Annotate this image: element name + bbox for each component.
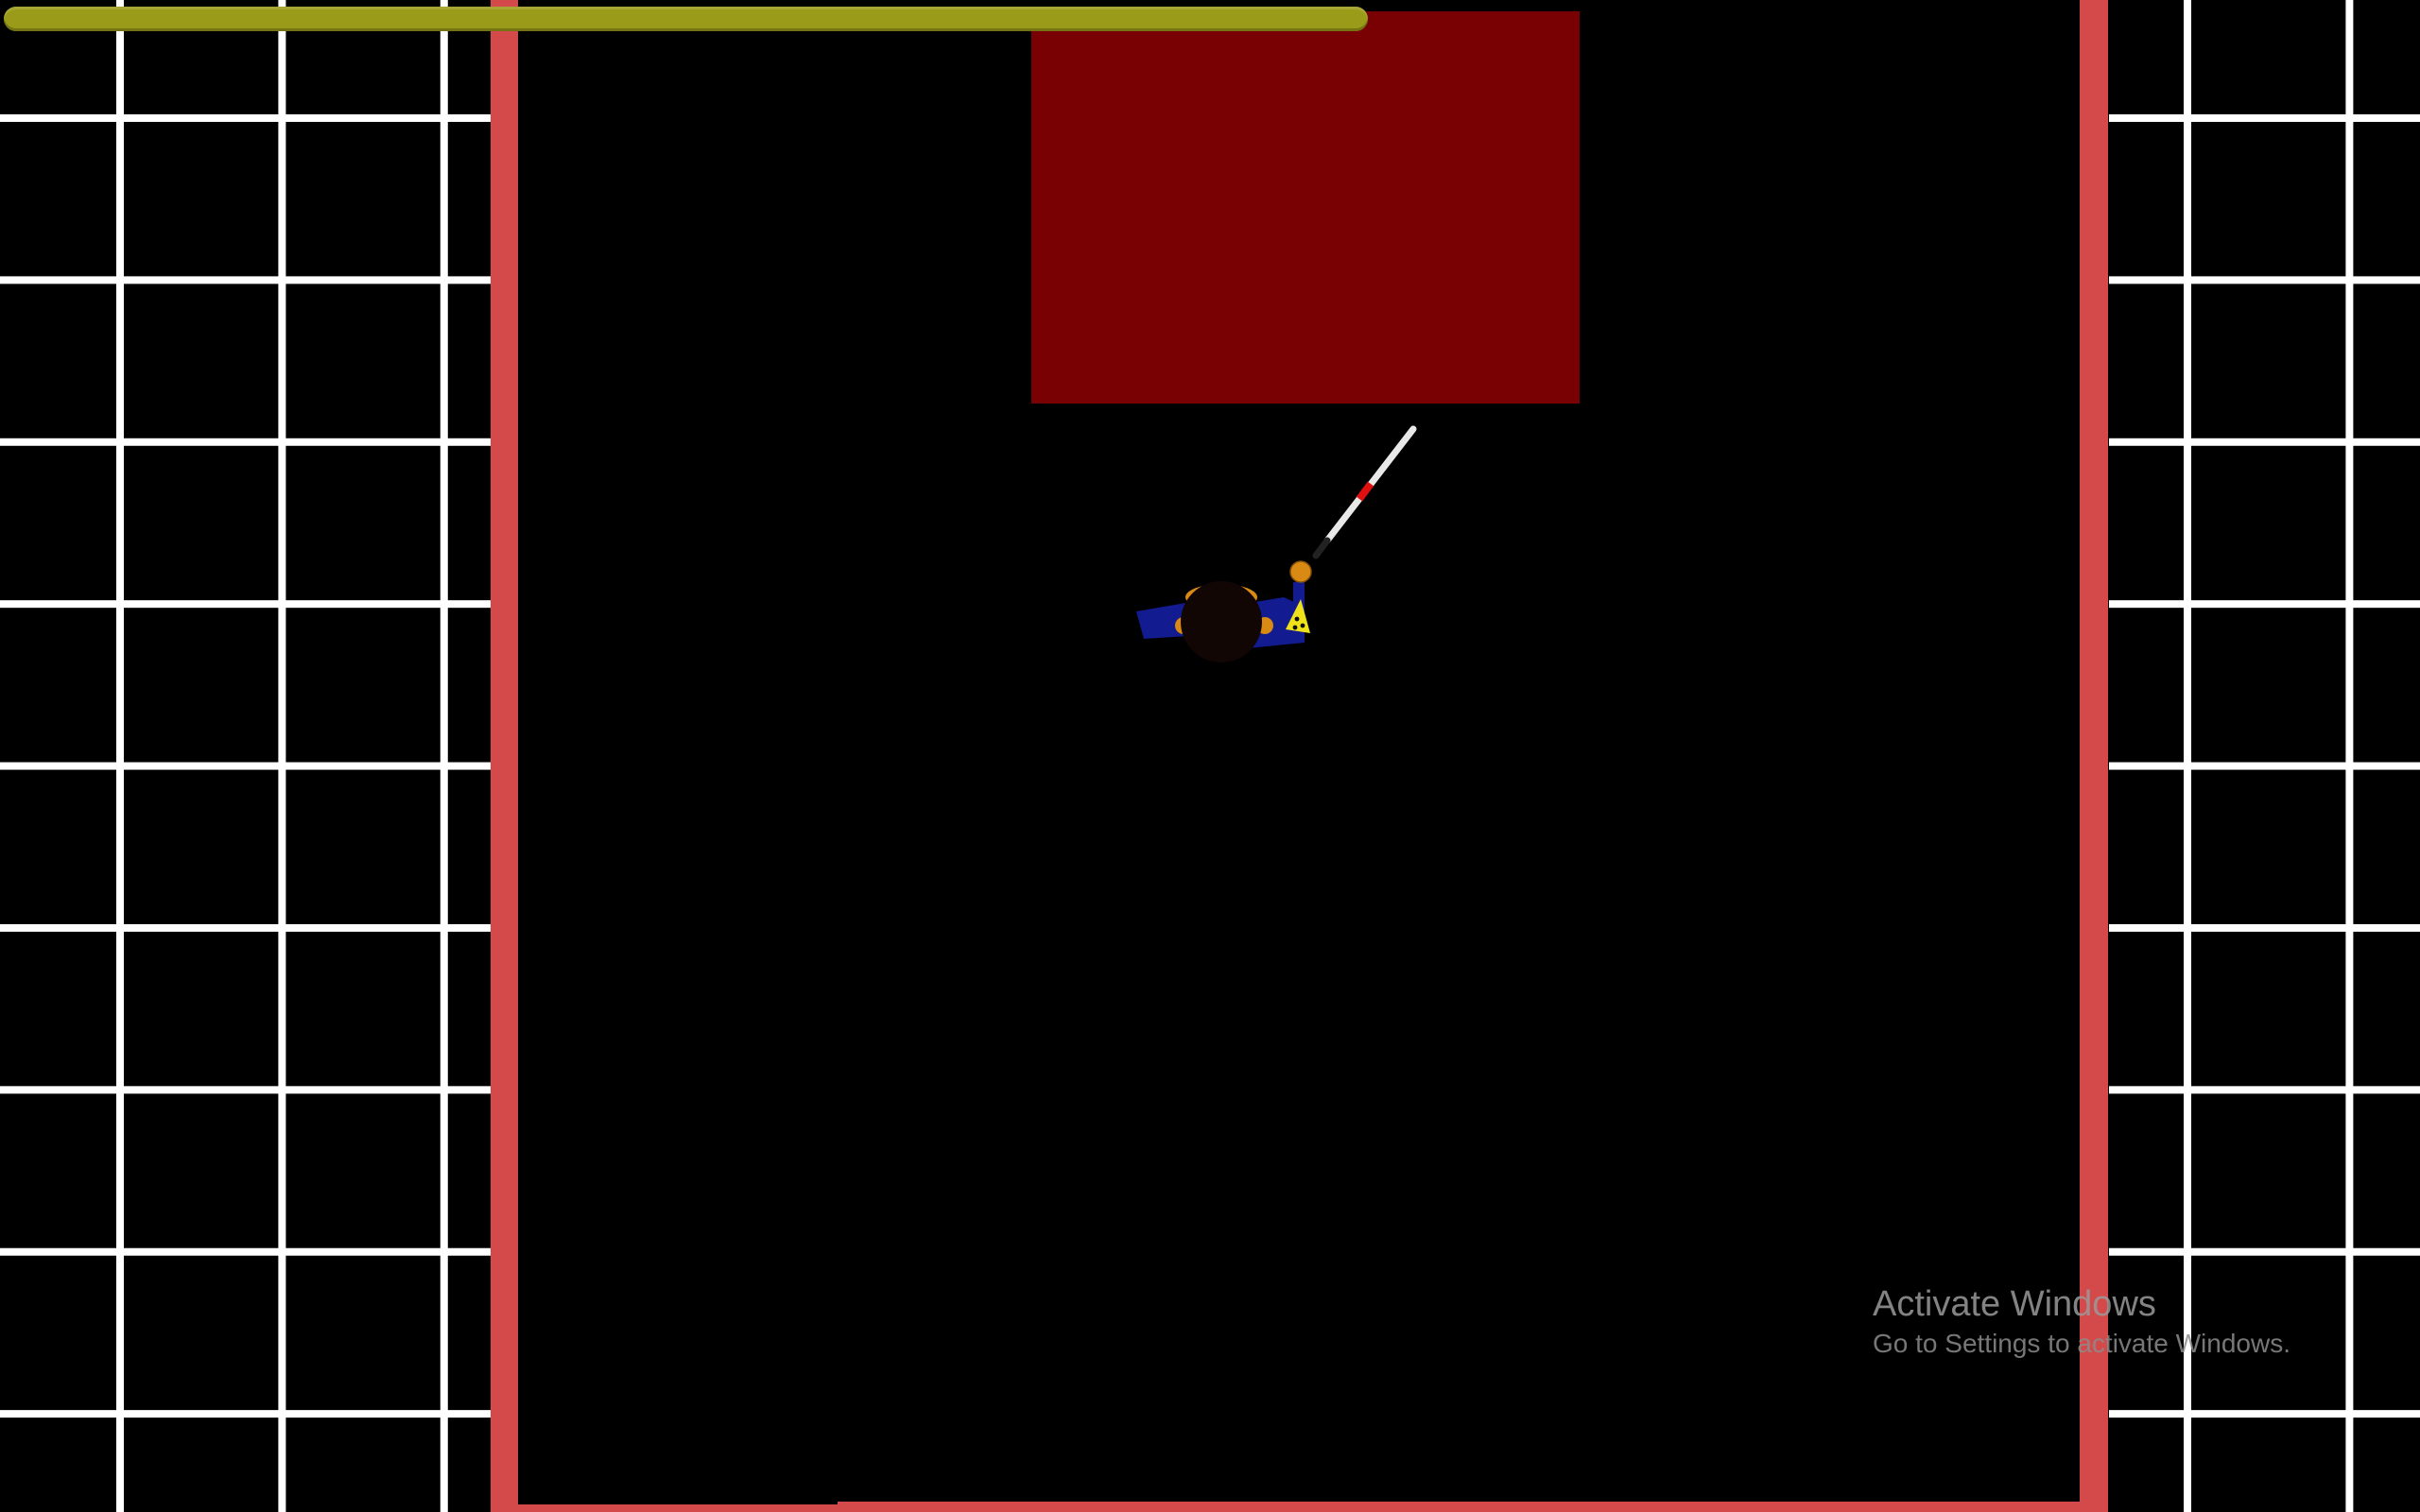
backpack-dot — [1300, 623, 1305, 628]
player-hand — [1289, 560, 1312, 583]
floor-grid-right — [2106, 0, 2420, 1512]
red-obstacle-block — [1031, 11, 1580, 404]
room-wall-left — [491, 0, 518, 1512]
game-viewport[interactable]: Activate Windows Go to Settings to activ… — [0, 0, 2420, 1512]
room-wall-right — [2080, 0, 2108, 1512]
health-bar — [4, 7, 1368, 31]
room-wall-bottom-opening — [518, 1502, 838, 1504]
backpack-dot — [1294, 616, 1300, 622]
health-bar-fill — [4, 7, 1368, 31]
player-head — [1181, 581, 1262, 662]
player-top-down-icon[interactable] — [1115, 416, 1437, 680]
floor-grid-left — [0, 0, 492, 1512]
backpack-dot — [1292, 625, 1298, 630]
